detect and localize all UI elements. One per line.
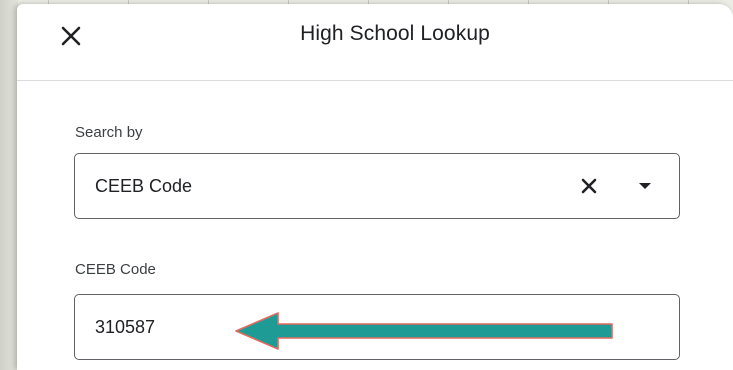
clear-icon [581,178,597,194]
search-by-selected-value: CEEB Code [95,176,193,196]
ceeb-code-label: CEEB Code [75,261,156,278]
background-edge [0,0,18,370]
annotation-arrow [235,312,613,350]
search-by-select[interactable]: CEEB Code [74,153,680,219]
dialog-title: High School Lookup [300,22,490,45]
clear-selection-button[interactable] [577,174,601,198]
ceeb-code-value: 310587 [95,317,156,337]
dialog-header: High School Lookup [17,4,733,81]
search-by-label: Search by [75,124,143,141]
chevron-down-icon[interactable] [639,183,651,189]
